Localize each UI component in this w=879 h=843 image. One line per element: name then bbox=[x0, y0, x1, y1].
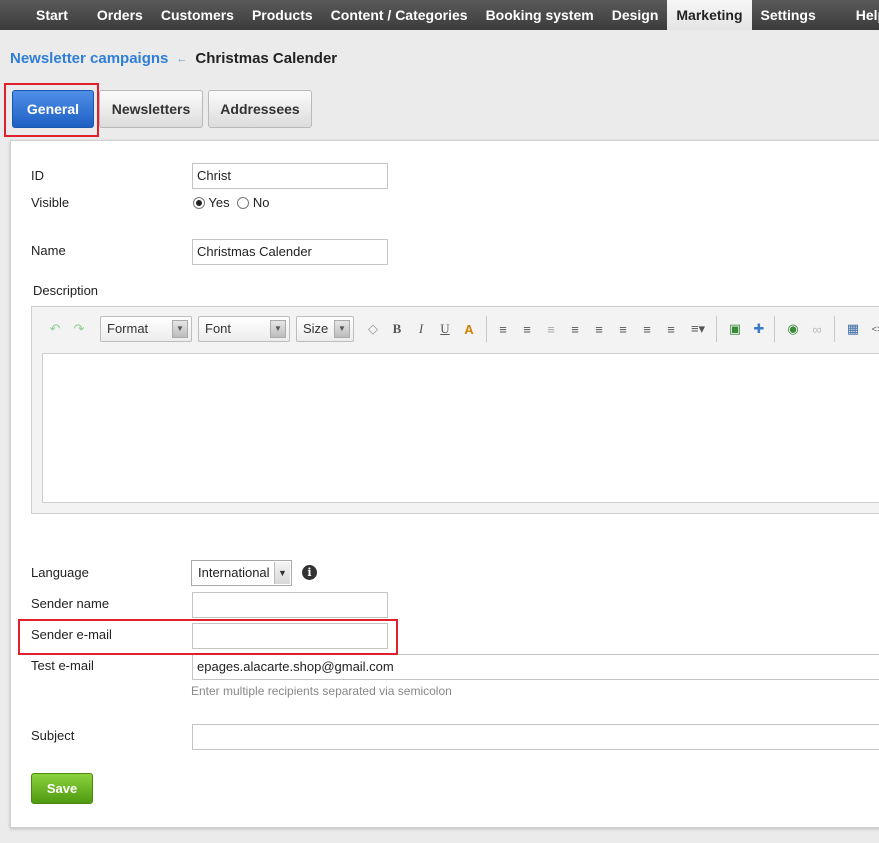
align-left-icon[interactable]: ≡ bbox=[590, 319, 608, 339]
chevron-down-icon: ▼ bbox=[334, 320, 350, 338]
nav-products[interactable]: Products bbox=[243, 0, 322, 30]
tab-general[interactable]: General bbox=[12, 90, 94, 128]
language-select-value: International bbox=[198, 565, 270, 580]
nav-settings[interactable]: Settings bbox=[752, 0, 836, 30]
campaign-form-panel: ID Christ Visible Yes No Name Christmas … bbox=[10, 140, 879, 828]
toolbar-divider bbox=[486, 316, 487, 342]
test-email-label: Test e-mail bbox=[31, 658, 94, 673]
toolbar-divider bbox=[774, 316, 775, 342]
visible-no-radio[interactable] bbox=[237, 197, 250, 209]
info-icon[interactable]: i bbox=[302, 565, 317, 580]
nav-design[interactable]: Design bbox=[603, 0, 668, 30]
chevron-down-icon: ▼ bbox=[274, 562, 290, 584]
subject-input[interactable] bbox=[192, 724, 879, 750]
chevron-down-icon: ▼ bbox=[270, 320, 286, 338]
toolbar-divider bbox=[716, 316, 717, 342]
name-label: Name bbox=[31, 243, 66, 258]
numbered-list-icon[interactable]: ≡ bbox=[494, 319, 512, 339]
breadcrumb: Newsletter campaigns ← Christmas Calende… bbox=[10, 50, 337, 67]
nav-start[interactable]: Start bbox=[0, 0, 88, 30]
id-label: ID bbox=[31, 168, 44, 183]
description-editor: ↶ ↷ Format ▼ Font ▼ Size ▼ ◇ B I U A ≡ ≡… bbox=[31, 306, 879, 514]
breadcrumb-arrow-icon: ← bbox=[176, 52, 188, 65]
nav-help[interactable]: Help bbox=[836, 0, 879, 30]
id-input[interactable]: Christ bbox=[192, 163, 388, 189]
format-select-label: Format bbox=[107, 321, 149, 336]
unlink-icon[interactable]: ∞ bbox=[808, 319, 826, 339]
bold-icon[interactable]: B bbox=[388, 319, 406, 339]
visible-yes-radio[interactable] bbox=[193, 197, 205, 209]
insert-plugin-icon[interactable]: ✚ bbox=[750, 319, 768, 339]
font-select-label: Font bbox=[205, 321, 232, 336]
font-select[interactable]: Font ▼ bbox=[198, 316, 290, 342]
subject-label: Subject bbox=[31, 728, 75, 743]
visible-options: Yes No bbox=[193, 195, 269, 210]
sender-name-label: Sender name bbox=[31, 596, 110, 611]
underline-icon[interactable]: U bbox=[436, 319, 454, 339]
size-select-label: Size bbox=[303, 321, 329, 336]
align-center-icon[interactable]: ≡ bbox=[614, 319, 632, 339]
description-label: Description bbox=[33, 283, 99, 298]
sender-email-label: Sender e-mail bbox=[31, 627, 112, 642]
nav-content-categories[interactable]: Content / Categories bbox=[322, 0, 477, 30]
nav-marketing[interactable]: Marketing bbox=[667, 0, 752, 30]
italic-icon[interactable]: I bbox=[412, 319, 430, 339]
chevron-down-icon: ▼ bbox=[172, 320, 188, 338]
toolbar-divider bbox=[834, 316, 835, 342]
name-input[interactable]: Christmas Calender bbox=[192, 239, 388, 265]
language-label: Language bbox=[31, 565, 89, 580]
undo-icon[interactable]: ↶ bbox=[46, 319, 64, 339]
image-icon[interactable]: ▣ bbox=[726, 319, 744, 339]
outdent-icon[interactable]: ≡ bbox=[542, 319, 560, 339]
sender-name-input[interactable] bbox=[192, 592, 388, 618]
language-select[interactable]: International ▼ bbox=[191, 560, 292, 586]
tab-addressees[interactable]: Addressees bbox=[208, 90, 312, 128]
align-justify-icon[interactable]: ≡ bbox=[662, 319, 680, 339]
visible-label: Visible bbox=[31, 195, 70, 210]
line-height-icon[interactable]: ≡▾ bbox=[686, 319, 710, 339]
link-icon[interactable]: ◉ bbox=[784, 319, 802, 339]
nav-booking-system[interactable]: Booking system bbox=[477, 0, 603, 30]
indent-icon[interactable]: ≡ bbox=[566, 319, 584, 339]
page-title: Christmas Calender bbox=[195, 50, 338, 67]
visible-yes-label: Yes bbox=[208, 195, 230, 210]
bullet-list-icon[interactable]: ≡ bbox=[518, 319, 536, 339]
redo-icon[interactable]: ↷ bbox=[70, 319, 88, 339]
sender-email-input[interactable] bbox=[192, 623, 388, 649]
breadcrumb-newsletter-campaigns[interactable]: Newsletter campaigns bbox=[10, 50, 168, 67]
nav-orders[interactable]: Orders bbox=[88, 0, 152, 30]
format-select[interactable]: Format ▼ bbox=[100, 316, 192, 342]
description-edit-area[interactable] bbox=[42, 353, 879, 503]
html-source-icon[interactable]: <> bbox=[868, 319, 879, 339]
main-nav: Start Orders Customers Products Content … bbox=[0, 0, 879, 30]
test-email-input[interactable]: epages.alacarte.shop@gmail.com bbox=[192, 654, 879, 680]
tab-newsletters[interactable]: Newsletters bbox=[99, 90, 203, 128]
text-color-icon[interactable]: A bbox=[460, 319, 478, 339]
nav-customers[interactable]: Customers bbox=[152, 0, 243, 30]
save-button[interactable]: Save bbox=[31, 773, 93, 804]
editor-toolbar: ↶ ↷ Format ▼ Font ▼ Size ▼ ◇ B I U A ≡ ≡… bbox=[32, 307, 879, 353]
eraser-icon[interactable]: ◇ bbox=[364, 319, 382, 339]
table-icon[interactable]: ▦ bbox=[844, 319, 862, 339]
test-email-hint: Enter multiple recipients separated via … bbox=[191, 684, 452, 698]
size-select[interactable]: Size ▼ bbox=[296, 316, 354, 342]
visible-no-label: No bbox=[252, 195, 270, 210]
align-right-icon[interactable]: ≡ bbox=[638, 319, 656, 339]
